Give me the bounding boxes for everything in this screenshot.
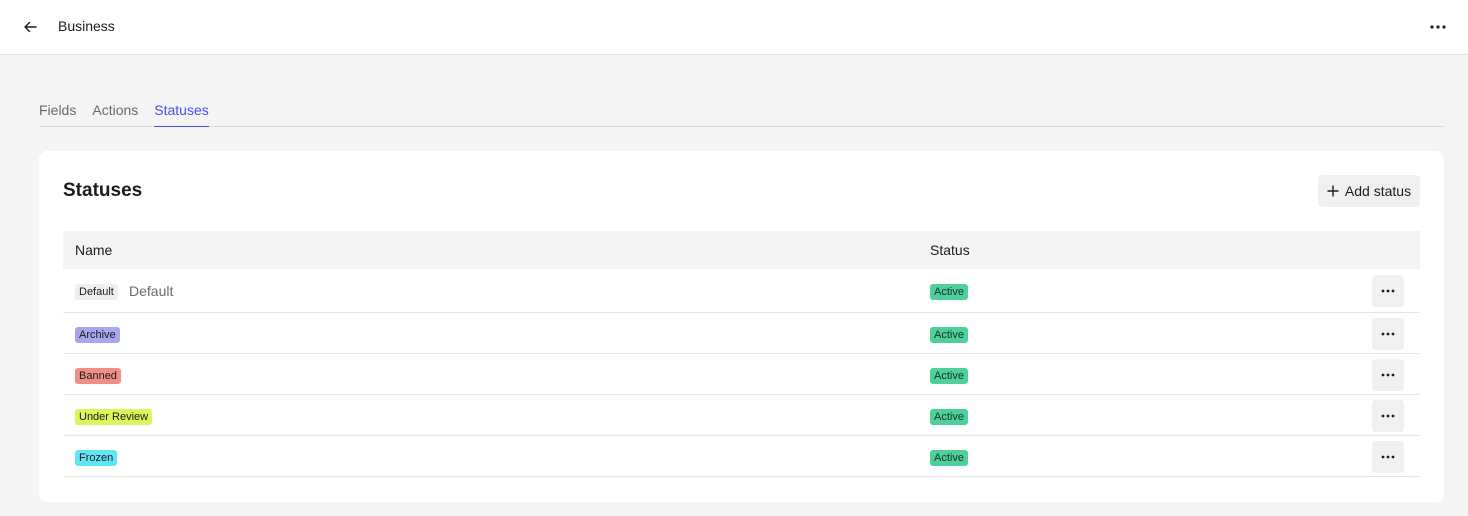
add-status-label: Add status: [1344, 183, 1412, 199]
statuses-card: Statuses Add status Name Status Default …: [39, 151, 1444, 502]
active-badge: Active: [930, 409, 968, 425]
page-title: Business: [58, 18, 115, 34]
table-row: Frozen Active: [63, 436, 1420, 477]
status-tag: Banned: [75, 368, 121, 384]
column-header-status: Status: [930, 242, 970, 258]
tab-fields[interactable]: Fields: [39, 102, 76, 127]
active-badge: Active: [930, 450, 968, 466]
column-header-name: Name: [75, 242, 113, 258]
statuses-table: Name Status Default Default Active Archi…: [63, 231, 1420, 477]
status-tag: Under Review: [75, 409, 153, 425]
add-status-button[interactable]: Add status: [1318, 175, 1420, 207]
row-more-button[interactable]: [1372, 359, 1404, 391]
table-row: Banned Active: [63, 354, 1420, 395]
table-row: Archive Active: [63, 313, 1420, 354]
more-horizontal-icon: [1381, 373, 1395, 377]
card-title: Statuses: [63, 180, 143, 201]
tab-bar: Fields Actions Statuses: [39, 102, 1444, 127]
row-more-button[interactable]: [1372, 318, 1404, 350]
row-more-button[interactable]: [1372, 275, 1404, 307]
page-more-button[interactable]: [1422, 15, 1454, 39]
more-horizontal-icon: [1381, 455, 1395, 459]
status-description: Default: [129, 283, 174, 299]
more-horizontal-icon: [1430, 25, 1446, 29]
table-row: Default Default Active: [63, 269, 1420, 313]
status-tag: Default: [75, 284, 118, 300]
back-button[interactable]: [18, 15, 42, 39]
table-row: Under Review Active: [63, 395, 1420, 436]
top-bar: Business: [0, 0, 1468, 55]
row-more-button[interactable]: [1372, 400, 1404, 432]
tab-statuses[interactable]: Statuses: [154, 102, 209, 127]
status-tag: Archive: [75, 327, 120, 343]
status-tag: Frozen: [75, 450, 118, 466]
more-horizontal-icon: [1381, 289, 1395, 293]
table-header: Name Status: [63, 231, 1420, 269]
arrow-left-icon: [24, 21, 37, 33]
plus-icon: [1327, 185, 1339, 197]
active-badge: Active: [930, 284, 968, 300]
more-horizontal-icon: [1381, 332, 1395, 336]
row-more-button[interactable]: [1372, 441, 1404, 473]
active-badge: Active: [930, 368, 968, 384]
active-badge: Active: [930, 327, 968, 343]
tab-actions[interactable]: Actions: [92, 102, 138, 127]
more-horizontal-icon: [1381, 414, 1395, 418]
